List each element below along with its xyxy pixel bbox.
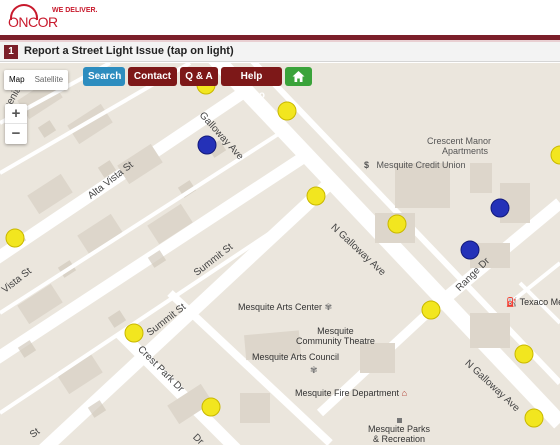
poi-arts-council-label: Mesquite Arts Council (252, 352, 340, 362)
contact-button[interactable]: Contact (128, 67, 177, 86)
street-light-marker[interactable] (277, 101, 297, 121)
zoom-out-button[interactable]: − (5, 124, 27, 144)
poi-texaco-label: Texaco Me (519, 297, 560, 307)
poi-credit-union: $ Mesquite Credit Union (364, 160, 466, 170)
street-light-marker[interactable] (201, 397, 221, 417)
street-light-marker[interactable] (387, 214, 407, 234)
map-toolbar: Search Contact Q & A Help Video (83, 67, 312, 101)
street-light-marker[interactable] (524, 408, 544, 428)
page-titlebar: 1 Report a Street Light Issue (tap on li… (0, 42, 560, 62)
street-light-marker[interactable] (5, 228, 25, 248)
poi-fire-dept: Mesquite Fire Department ⌂ (295, 388, 407, 398)
street-light-marker[interactable] (514, 344, 534, 364)
poi-credit-union-label: Mesquite Credit Union (376, 160, 466, 170)
poi-parks-line2: & Recreation (373, 434, 426, 444)
poi-crescent-line2: Apartments (442, 146, 489, 156)
help-video-button[interactable]: Help Video (221, 67, 282, 101)
street-light-marker-reported[interactable] (197, 135, 217, 155)
home-button[interactable] (285, 67, 312, 86)
theater-icon: ✾ (324, 302, 333, 312)
poi-parks: Mesquite Parks & Recreation (368, 418, 430, 444)
zoom-in-button[interactable]: + (5, 104, 27, 124)
map-type-control: Map Satellite (4, 70, 69, 90)
bank-icon: $ (364, 160, 370, 170)
street-light-marker[interactable] (421, 300, 441, 320)
poi-texaco: ⛽ Texaco Me (506, 297, 560, 308)
search-button[interactable]: Search (83, 67, 125, 86)
poi-community-theatre: Mesquite Community Theatre (296, 326, 375, 346)
poi-arts-center-label: Mesquite Arts Center (238, 302, 323, 312)
street-light-marker-reported[interactable] (460, 240, 480, 260)
qa-button[interactable]: Q & A (180, 67, 218, 86)
poi-fire-dept-label: Mesquite Fire Department (295, 388, 400, 398)
logo-text: ONCOR (8, 14, 58, 30)
poi-parks-line1: Mesquite Parks (368, 424, 431, 434)
tagline: WE DELIVER. (52, 7, 98, 14)
poi-community-line1: Mesquite (317, 326, 354, 336)
street-light-marker[interactable] (306, 186, 326, 206)
poi-crescent-line1: Crescent Manor (427, 136, 492, 146)
poi-arts-center: Mesquite Arts Center ✾ (238, 302, 332, 313)
theater-icon: ✾ (310, 365, 318, 375)
page-title: Report a Street Light Issue (tap on ligh… (24, 45, 234, 57)
park-icon (396, 418, 402, 423)
street-light-marker-reported[interactable] (490, 198, 510, 218)
poi-arts-council: Mesquite Arts Council (252, 352, 339, 362)
zoom-control: + − (5, 104, 27, 144)
poi-community-line2: Community Theatre (296, 336, 375, 346)
gas-station-icon: ⛽ (506, 297, 518, 307)
map-type-satellite-button[interactable]: Satellite (30, 70, 68, 90)
street-light-map[interactable] (0, 63, 560, 445)
poi-crescent-manor: Crescent Manor Apartments (427, 136, 491, 156)
step-badge: 1 (4, 45, 18, 59)
map-canvas[interactable] (0, 63, 560, 445)
poi-arts-council-icon-wrap: ✾ (310, 365, 318, 376)
site-header: ONCOR WE DELIVER. (0, 0, 560, 36)
oncor-logo[interactable]: ONCOR (4, 2, 58, 34)
fire-station-icon: ⌂ (401, 388, 407, 398)
map-type-map-button[interactable]: Map (4, 70, 30, 90)
street-light-marker[interactable] (124, 323, 144, 343)
home-icon (292, 71, 305, 82)
